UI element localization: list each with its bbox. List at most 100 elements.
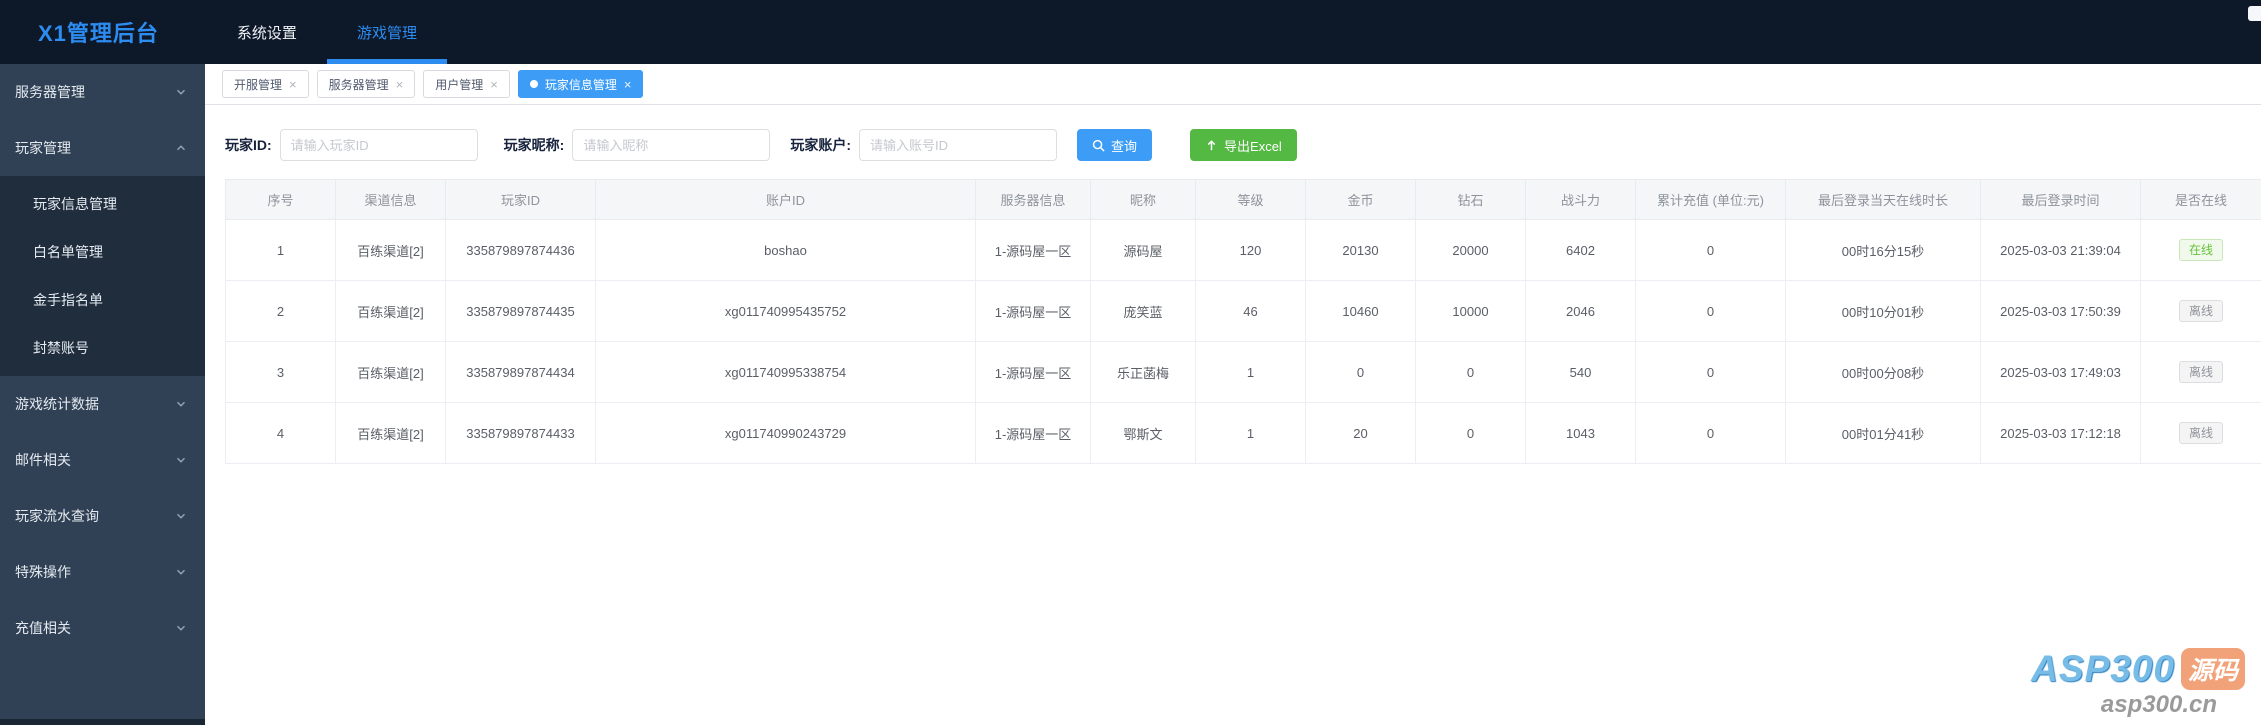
table-cell: 00时00分08秒 — [1785, 341, 1981, 403]
tab-2[interactable]: 用户管理 × — [423, 70, 510, 98]
table-cell: 0 — [1415, 402, 1526, 464]
column-header: 服务器信息 — [975, 179, 1091, 220]
table-cell: 庞笑蓝 — [1090, 280, 1196, 342]
sidebar-item[interactable]: 游戏统计数据 — [0, 376, 205, 432]
top-nav: 系统设置 游戏管理 — [207, 0, 447, 64]
table-row: 3 百练渠道[2] 335879897874434 xg011740995338754… — [225, 341, 2261, 403]
app-logo: X1管理后台 — [38, 21, 159, 46]
table-cell: 20 — [1305, 402, 1416, 464]
column-header: 等级 — [1195, 179, 1306, 220]
table-cell: 2046 — [1525, 280, 1636, 342]
column-header: 玩家ID — [445, 179, 596, 220]
table-cell: 2025-03-03 17:50:39 — [1980, 280, 2141, 342]
chevron-down-icon — [176, 513, 186, 519]
table-cell: 2 — [225, 280, 336, 342]
table-cell: 335879897874434 — [445, 341, 596, 403]
sidebar-item[interactable]: 服务器管理 — [0, 64, 205, 120]
table-cell: 335879897874435 — [445, 280, 596, 342]
sidebar-subitem[interactable]: 白名单管理 — [0, 228, 205, 276]
table-cell: 46 — [1195, 280, 1306, 342]
export-excel-button[interactable]: 导出Excel — [1190, 129, 1297, 161]
sidebar-subitem[interactable]: 金手指名单 — [0, 276, 205, 324]
table-cell: 1-源码屋一区 — [975, 402, 1091, 464]
status-badge: 离线 — [2178, 361, 2223, 383]
top-nav-item-system[interactable]: 系统设置 — [207, 0, 327, 64]
tab-bar: 开服管理 × 服务器管理 × 用户管理 × 玩家信息管理 × — [205, 64, 2261, 105]
table-cell: 335879897874436 — [445, 219, 596, 281]
table-cell: 0 — [1635, 280, 1786, 342]
filter-nickname: 玩家昵称: — [504, 129, 771, 161]
table-cell: 1-源码屋一区 — [975, 219, 1091, 281]
sidebar-subitem[interactable]: 封禁账号 — [0, 324, 205, 372]
tab-label: 开服管理 — [234, 77, 283, 92]
chevron-down-icon — [176, 401, 186, 407]
table-cell: 10000 — [1415, 280, 1526, 342]
table-cell: 2025-03-03 17:12:18 — [1980, 402, 2141, 464]
table-header-row: 序号 渠道信息 玩家ID 账户ID 服务器信息 昵称 等级 金币 钻石 战斗力 累计充值 (单位:元… — [225, 179, 2261, 220]
table-row: 2 百练渠道[2] 335879897874435 xg011740995435752… — [225, 280, 2261, 342]
sidebar: 服务器管理玩家管理 玩家信息管理 白名单管理 金手指名单 封禁账号 游戏统计数据 邮件相关玩… — [0, 64, 205, 725]
export-button-label: 导出Excel — [1224, 138, 1282, 154]
sidebar-item-label: 特殊操作 — [15, 564, 71, 580]
topbar: X1管理后台 系统设置 游戏管理 — [0, 0, 2261, 64]
table-row: 4 百练渠道[2] 335879897874433 xg011740990243729… — [225, 402, 2261, 464]
search-button[interactable]: 查询 — [1077, 129, 1153, 161]
table-cell: 0 — [1635, 341, 1786, 403]
online-status-cell: 在线 — [2140, 219, 2261, 281]
status-badge: 离线 — [2178, 422, 2223, 444]
tab-close-icon[interactable]: × — [624, 78, 632, 91]
table-cell: 0 — [1635, 219, 1786, 281]
table-cell: 1-源码屋一区 — [975, 341, 1091, 403]
tab-active[interactable]: 玩家信息管理 × — [517, 70, 644, 98]
sidebar-item-label: 服务器管理 — [15, 84, 85, 100]
sidebar-item[interactable]: 充值相关 — [0, 600, 205, 656]
sidebar-item[interactable]: 邮件相关 — [0, 432, 205, 488]
top-nav-item-game[interactable]: 游戏管理 — [326, 0, 447, 64]
filter-player-id: 玩家ID: — [225, 129, 478, 161]
filter-bar: 玩家ID: 玩家昵称: 玩家账户: 查询 导出Excel — [205, 105, 2261, 161]
table-row: 1 百练渠道[2] 335879897874436 boshao 1-源码屋一区 源码屋 1… — [225, 219, 2261, 281]
table-cell: 百练渠道[2] — [335, 341, 446, 403]
sidebar-item[interactable]: 玩家流水查询 — [0, 488, 205, 544]
active-tab-dot — [529, 80, 538, 88]
top-nav-label: 游戏管理 — [356, 24, 417, 42]
table-cell: 2025-03-03 21:39:04 — [1980, 219, 2141, 281]
sidebar-item[interactable]: 特殊操作 — [0, 544, 205, 600]
tab-close-icon[interactable]: × — [289, 78, 297, 91]
table-cell: 6402 — [1525, 219, 1636, 281]
table-cell: 乐正菡梅 — [1090, 341, 1196, 403]
tab-1[interactable]: 服务器管理 × — [316, 70, 416, 98]
column-header: 金币 — [1305, 179, 1416, 220]
table-cell: 1043 — [1525, 402, 1636, 464]
table-cell: 百练渠道[2] — [335, 402, 446, 464]
chevron-down-icon — [176, 569, 186, 575]
tab-close-icon[interactable]: × — [396, 78, 404, 91]
sidebar-subitem[interactable]: 玩家信息管理 — [0, 180, 205, 228]
table-cell: boshao — [595, 219, 976, 281]
table-cell: xg011740995435752 — [595, 280, 976, 342]
column-header: 最后登录时间 — [1980, 179, 2141, 220]
player-id-label: 玩家ID: — [225, 137, 272, 153]
tab-label: 服务器管理 — [328, 77, 389, 92]
tab-label: 玩家信息管理 — [544, 77, 617, 92]
online-status-cell: 离线 — [2140, 341, 2261, 403]
sidebar-item-label: 玩家流水查询 — [15, 508, 99, 524]
online-status-cell: 离线 — [2140, 280, 2261, 342]
chevron-up-icon — [176, 145, 186, 151]
sidebar-item[interactable]: 玩家管理 — [0, 120, 205, 176]
player-table-wrap: 序号 渠道信息 玩家ID 账户ID 服务器信息 昵称 等级 金币 钻石 战斗力 累计充值 (单位:元… — [225, 179, 2261, 464]
tab-close-icon[interactable]: × — [490, 78, 498, 91]
account-input[interactable] — [859, 129, 1058, 161]
status-badge: 在线 — [2178, 239, 2223, 261]
nickname-input[interactable] — [572, 129, 771, 161]
tab-0[interactable]: 开服管理 × — [222, 70, 309, 98]
column-header: 账户ID — [595, 179, 976, 220]
table-cell: 百练渠道[2] — [335, 219, 446, 281]
table-cell: 1 — [1195, 402, 1306, 464]
table-cell: 00时16分15秒 — [1785, 219, 1981, 281]
column-header: 昵称 — [1090, 179, 1196, 220]
menu-icon[interactable] — [2248, 6, 2261, 21]
table-cell: 120 — [1195, 219, 1306, 281]
player-id-input[interactable] — [279, 129, 478, 161]
table-cell: 20130 — [1305, 219, 1416, 281]
